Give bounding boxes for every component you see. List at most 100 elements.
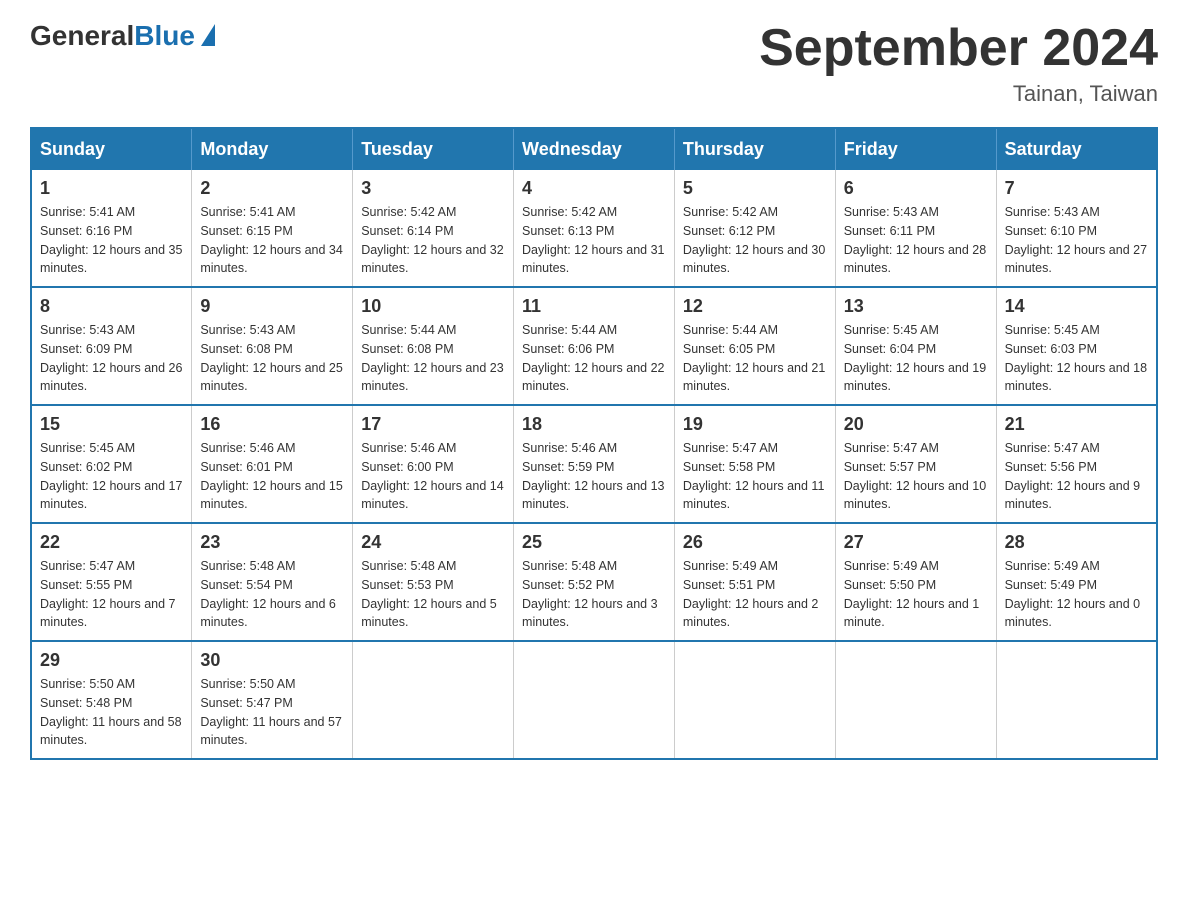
week-row-4: 22 Sunrise: 5:47 AM Sunset: 5:55 PM Dayl…	[31, 523, 1157, 641]
header-tuesday: Tuesday	[353, 128, 514, 170]
day-number: 29	[40, 650, 183, 671]
day-info: Sunrise: 5:41 AM Sunset: 6:15 PM Dayligh…	[200, 203, 344, 278]
day-number: 15	[40, 414, 183, 435]
day-number: 5	[683, 178, 827, 199]
logo: GeneralBlue	[30, 20, 215, 52]
header-wednesday: Wednesday	[514, 128, 675, 170]
day-info: Sunrise: 5:45 AM Sunset: 6:04 PM Dayligh…	[844, 321, 988, 396]
calendar-cell: 5 Sunrise: 5:42 AM Sunset: 6:12 PM Dayli…	[674, 170, 835, 287]
calendar-cell: 27 Sunrise: 5:49 AM Sunset: 5:50 PM Dayl…	[835, 523, 996, 641]
day-info: Sunrise: 5:43 AM Sunset: 6:09 PM Dayligh…	[40, 321, 183, 396]
calendar-cell: 21 Sunrise: 5:47 AM Sunset: 5:56 PM Dayl…	[996, 405, 1157, 523]
calendar-cell: 9 Sunrise: 5:43 AM Sunset: 6:08 PM Dayli…	[192, 287, 353, 405]
day-number: 10	[361, 296, 505, 317]
day-info: Sunrise: 5:46 AM Sunset: 6:01 PM Dayligh…	[200, 439, 344, 514]
day-info: Sunrise: 5:42 AM Sunset: 6:13 PM Dayligh…	[522, 203, 666, 278]
calendar-cell: 19 Sunrise: 5:47 AM Sunset: 5:58 PM Dayl…	[674, 405, 835, 523]
day-number: 26	[683, 532, 827, 553]
day-info: Sunrise: 5:49 AM Sunset: 5:50 PM Dayligh…	[844, 557, 988, 632]
day-info: Sunrise: 5:44 AM Sunset: 6:08 PM Dayligh…	[361, 321, 505, 396]
calendar-cell: 4 Sunrise: 5:42 AM Sunset: 6:13 PM Dayli…	[514, 170, 675, 287]
calendar-cell: 12 Sunrise: 5:44 AM Sunset: 6:05 PM Dayl…	[674, 287, 835, 405]
day-number: 18	[522, 414, 666, 435]
calendar-cell: 8 Sunrise: 5:43 AM Sunset: 6:09 PM Dayli…	[31, 287, 192, 405]
day-number: 17	[361, 414, 505, 435]
calendar-cell: 10 Sunrise: 5:44 AM Sunset: 6:08 PM Dayl…	[353, 287, 514, 405]
calendar-cell	[674, 641, 835, 759]
calendar-cell	[996, 641, 1157, 759]
week-row-5: 29 Sunrise: 5:50 AM Sunset: 5:48 PM Dayl…	[31, 641, 1157, 759]
day-info: Sunrise: 5:43 AM Sunset: 6:10 PM Dayligh…	[1005, 203, 1148, 278]
calendar-cell: 20 Sunrise: 5:47 AM Sunset: 5:57 PM Dayl…	[835, 405, 996, 523]
day-info: Sunrise: 5:50 AM Sunset: 5:48 PM Dayligh…	[40, 675, 183, 750]
calendar-cell: 24 Sunrise: 5:48 AM Sunset: 5:53 PM Dayl…	[353, 523, 514, 641]
day-number: 3	[361, 178, 505, 199]
day-number: 30	[200, 650, 344, 671]
logo-blue: Blue	[134, 20, 195, 51]
day-info: Sunrise: 5:48 AM Sunset: 5:52 PM Dayligh…	[522, 557, 666, 632]
header-monday: Monday	[192, 128, 353, 170]
day-number: 24	[361, 532, 505, 553]
day-number: 9	[200, 296, 344, 317]
day-number: 4	[522, 178, 666, 199]
day-number: 8	[40, 296, 183, 317]
header-friday: Friday	[835, 128, 996, 170]
calendar-cell: 29 Sunrise: 5:50 AM Sunset: 5:48 PM Dayl…	[31, 641, 192, 759]
logo-general: General	[30, 20, 134, 51]
calendar-cell: 23 Sunrise: 5:48 AM Sunset: 5:54 PM Dayl…	[192, 523, 353, 641]
calendar-cell: 3 Sunrise: 5:42 AM Sunset: 6:14 PM Dayli…	[353, 170, 514, 287]
day-info: Sunrise: 5:47 AM Sunset: 5:57 PM Dayligh…	[844, 439, 988, 514]
day-info: Sunrise: 5:49 AM Sunset: 5:51 PM Dayligh…	[683, 557, 827, 632]
day-number: 25	[522, 532, 666, 553]
day-info: Sunrise: 5:48 AM Sunset: 5:53 PM Dayligh…	[361, 557, 505, 632]
day-number: 2	[200, 178, 344, 199]
title-section: September 2024 Tainan, Taiwan	[759, 20, 1158, 107]
calendar-subtitle: Tainan, Taiwan	[759, 81, 1158, 107]
header-thursday: Thursday	[674, 128, 835, 170]
day-number: 6	[844, 178, 988, 199]
day-number: 19	[683, 414, 827, 435]
calendar-cell: 6 Sunrise: 5:43 AM Sunset: 6:11 PM Dayli…	[835, 170, 996, 287]
day-info: Sunrise: 5:41 AM Sunset: 6:16 PM Dayligh…	[40, 203, 183, 278]
calendar-title: September 2024	[759, 20, 1158, 77]
day-number: 27	[844, 532, 988, 553]
calendar-header: Sunday Monday Tuesday Wednesday Thursday…	[31, 128, 1157, 170]
day-info: Sunrise: 5:43 AM Sunset: 6:11 PM Dayligh…	[844, 203, 988, 278]
day-info: Sunrise: 5:48 AM Sunset: 5:54 PM Dayligh…	[200, 557, 344, 632]
calendar-cell: 7 Sunrise: 5:43 AM Sunset: 6:10 PM Dayli…	[996, 170, 1157, 287]
calendar-cell: 17 Sunrise: 5:46 AM Sunset: 6:00 PM Dayl…	[353, 405, 514, 523]
calendar-cell: 14 Sunrise: 5:45 AM Sunset: 6:03 PM Dayl…	[996, 287, 1157, 405]
calendar-cell	[353, 641, 514, 759]
day-number: 28	[1005, 532, 1148, 553]
day-number: 12	[683, 296, 827, 317]
page-header: GeneralBlue September 2024 Tainan, Taiwa…	[30, 20, 1158, 107]
calendar-body: 1 Sunrise: 5:41 AM Sunset: 6:16 PM Dayli…	[31, 170, 1157, 759]
day-info: Sunrise: 5:42 AM Sunset: 6:14 PM Dayligh…	[361, 203, 505, 278]
day-info: Sunrise: 5:50 AM Sunset: 5:47 PM Dayligh…	[200, 675, 344, 750]
header-row: Sunday Monday Tuesday Wednesday Thursday…	[31, 128, 1157, 170]
day-number: 1	[40, 178, 183, 199]
day-info: Sunrise: 5:43 AM Sunset: 6:08 PM Dayligh…	[200, 321, 344, 396]
day-info: Sunrise: 5:46 AM Sunset: 5:59 PM Dayligh…	[522, 439, 666, 514]
calendar-cell: 1 Sunrise: 5:41 AM Sunset: 6:16 PM Dayli…	[31, 170, 192, 287]
day-info: Sunrise: 5:47 AM Sunset: 5:58 PM Dayligh…	[683, 439, 827, 514]
calendar-cell: 15 Sunrise: 5:45 AM Sunset: 6:02 PM Dayl…	[31, 405, 192, 523]
calendar-cell: 16 Sunrise: 5:46 AM Sunset: 6:01 PM Dayl…	[192, 405, 353, 523]
calendar-table: Sunday Monday Tuesday Wednesday Thursday…	[30, 127, 1158, 760]
logo-triangle-icon	[201, 24, 215, 46]
header-saturday: Saturday	[996, 128, 1157, 170]
week-row-1: 1 Sunrise: 5:41 AM Sunset: 6:16 PM Dayli…	[31, 170, 1157, 287]
day-info: Sunrise: 5:47 AM Sunset: 5:55 PM Dayligh…	[40, 557, 183, 632]
day-info: Sunrise: 5:45 AM Sunset: 6:03 PM Dayligh…	[1005, 321, 1148, 396]
calendar-cell: 22 Sunrise: 5:47 AM Sunset: 5:55 PM Dayl…	[31, 523, 192, 641]
day-number: 14	[1005, 296, 1148, 317]
week-row-2: 8 Sunrise: 5:43 AM Sunset: 6:09 PM Dayli…	[31, 287, 1157, 405]
day-info: Sunrise: 5:46 AM Sunset: 6:00 PM Dayligh…	[361, 439, 505, 514]
day-number: 7	[1005, 178, 1148, 199]
day-info: Sunrise: 5:44 AM Sunset: 6:06 PM Dayligh…	[522, 321, 666, 396]
day-number: 16	[200, 414, 344, 435]
calendar-cell: 25 Sunrise: 5:48 AM Sunset: 5:52 PM Dayl…	[514, 523, 675, 641]
calendar-cell: 28 Sunrise: 5:49 AM Sunset: 5:49 PM Dayl…	[996, 523, 1157, 641]
calendar-cell	[514, 641, 675, 759]
calendar-cell: 26 Sunrise: 5:49 AM Sunset: 5:51 PM Dayl…	[674, 523, 835, 641]
